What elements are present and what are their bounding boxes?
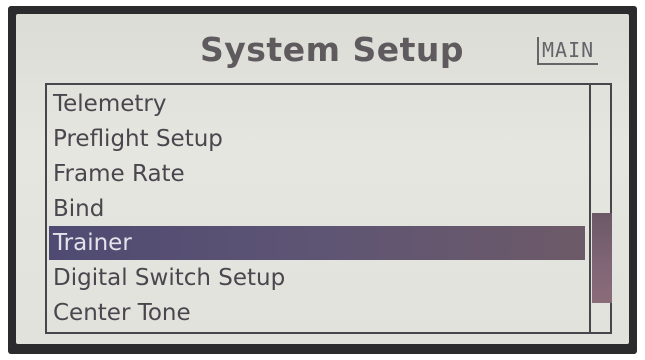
- menu-item-telemetry[interactable]: Telemetry: [49, 87, 585, 121]
- device-frame: System Setup MAIN Telemetry Preflight Se…: [0, 0, 645, 360]
- menu-item-digital-switch-setup[interactable]: Digital Switch Setup: [49, 261, 585, 295]
- menu-scrollbar[interactable]: [589, 83, 614, 334]
- scrollbar-thumb[interactable]: [592, 213, 612, 303]
- menu-item-bind[interactable]: Bind: [49, 192, 585, 226]
- menu-item-preflight-setup[interactable]: Preflight Setup: [49, 122, 585, 156]
- menu-item-frame-rate[interactable]: Frame Rate: [49, 157, 585, 191]
- menu-list: Telemetry Preflight Setup Frame Rate Bin…: [45, 83, 612, 334]
- main-mode-tag[interactable]: MAIN: [537, 37, 599, 65]
- screen-title: System Setup: [200, 30, 464, 69]
- menu-item-center-tone[interactable]: Center Tone: [49, 296, 585, 330]
- menu-item-trainer[interactable]: Trainer: [49, 226, 585, 260]
